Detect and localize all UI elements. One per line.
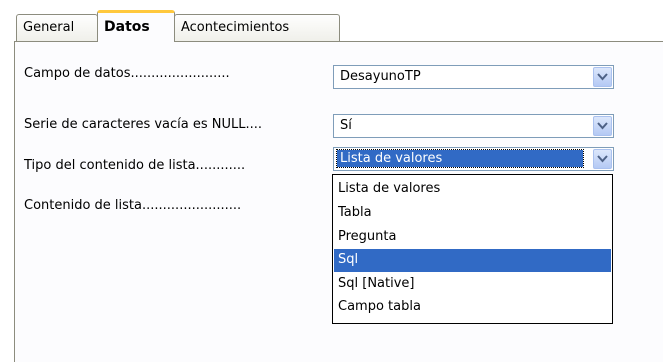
tab-acontecimientos-label: Acontecimientos [181, 20, 290, 35]
serie-vacia-null-label: Serie de caracteres vacía es NULL.... [24, 117, 263, 132]
tipo-contenido-lista-dropdown-button[interactable] [593, 149, 612, 169]
chevron-down-icon [597, 155, 608, 163]
option-sql[interactable]: Sql [334, 249, 611, 272]
serie-vacia-null-value: Sí [340, 118, 352, 133]
tipo-contenido-lista-dropdown: Lista de valores Tabla Pregunta Sql Sql … [332, 174, 613, 324]
option-tabla[interactable]: Tabla [334, 202, 611, 225]
tipo-contenido-lista-combo[interactable]: Lista de valores [333, 147, 614, 171]
campo-de-datos-dropdown-button[interactable] [593, 67, 612, 87]
chevron-down-icon [597, 122, 608, 130]
option-campo-tabla[interactable]: Campo tabla [334, 296, 611, 319]
tab-datos[interactable]: Datos [97, 10, 175, 42]
tab-datos-label: Datos [104, 19, 150, 35]
serie-vacia-null-combo[interactable]: Sí [333, 114, 614, 138]
option-pregunta[interactable]: Pregunta [334, 226, 611, 249]
chevron-down-icon [597, 73, 608, 81]
campo-de-datos-label: Campo de datos........................ [24, 66, 230, 81]
tipo-contenido-lista-value: Lista de valores [336, 149, 584, 168]
serie-vacia-null-dropdown-button[interactable] [593, 116, 612, 136]
properties-dialog: General Datos Acontecimientos Campo de d… [0, 0, 663, 362]
campo-de-datos-value: DesayunoTP [340, 69, 421, 84]
campo-de-datos-combo[interactable]: DesayunoTP [333, 65, 614, 89]
option-sql-native[interactable]: Sql [Native] [334, 273, 611, 296]
tab-acontecimientos[interactable]: Acontecimientos [174, 14, 340, 41]
tab-general-label: General [23, 20, 75, 35]
tab-general[interactable]: General [16, 14, 98, 41]
contenido-lista-label: Contenido de lista......................… [24, 198, 242, 213]
option-lista-de-valores[interactable]: Lista de valores [334, 178, 611, 201]
tipo-contenido-lista-label: Tipo del contenido de lista............ [24, 158, 246, 173]
